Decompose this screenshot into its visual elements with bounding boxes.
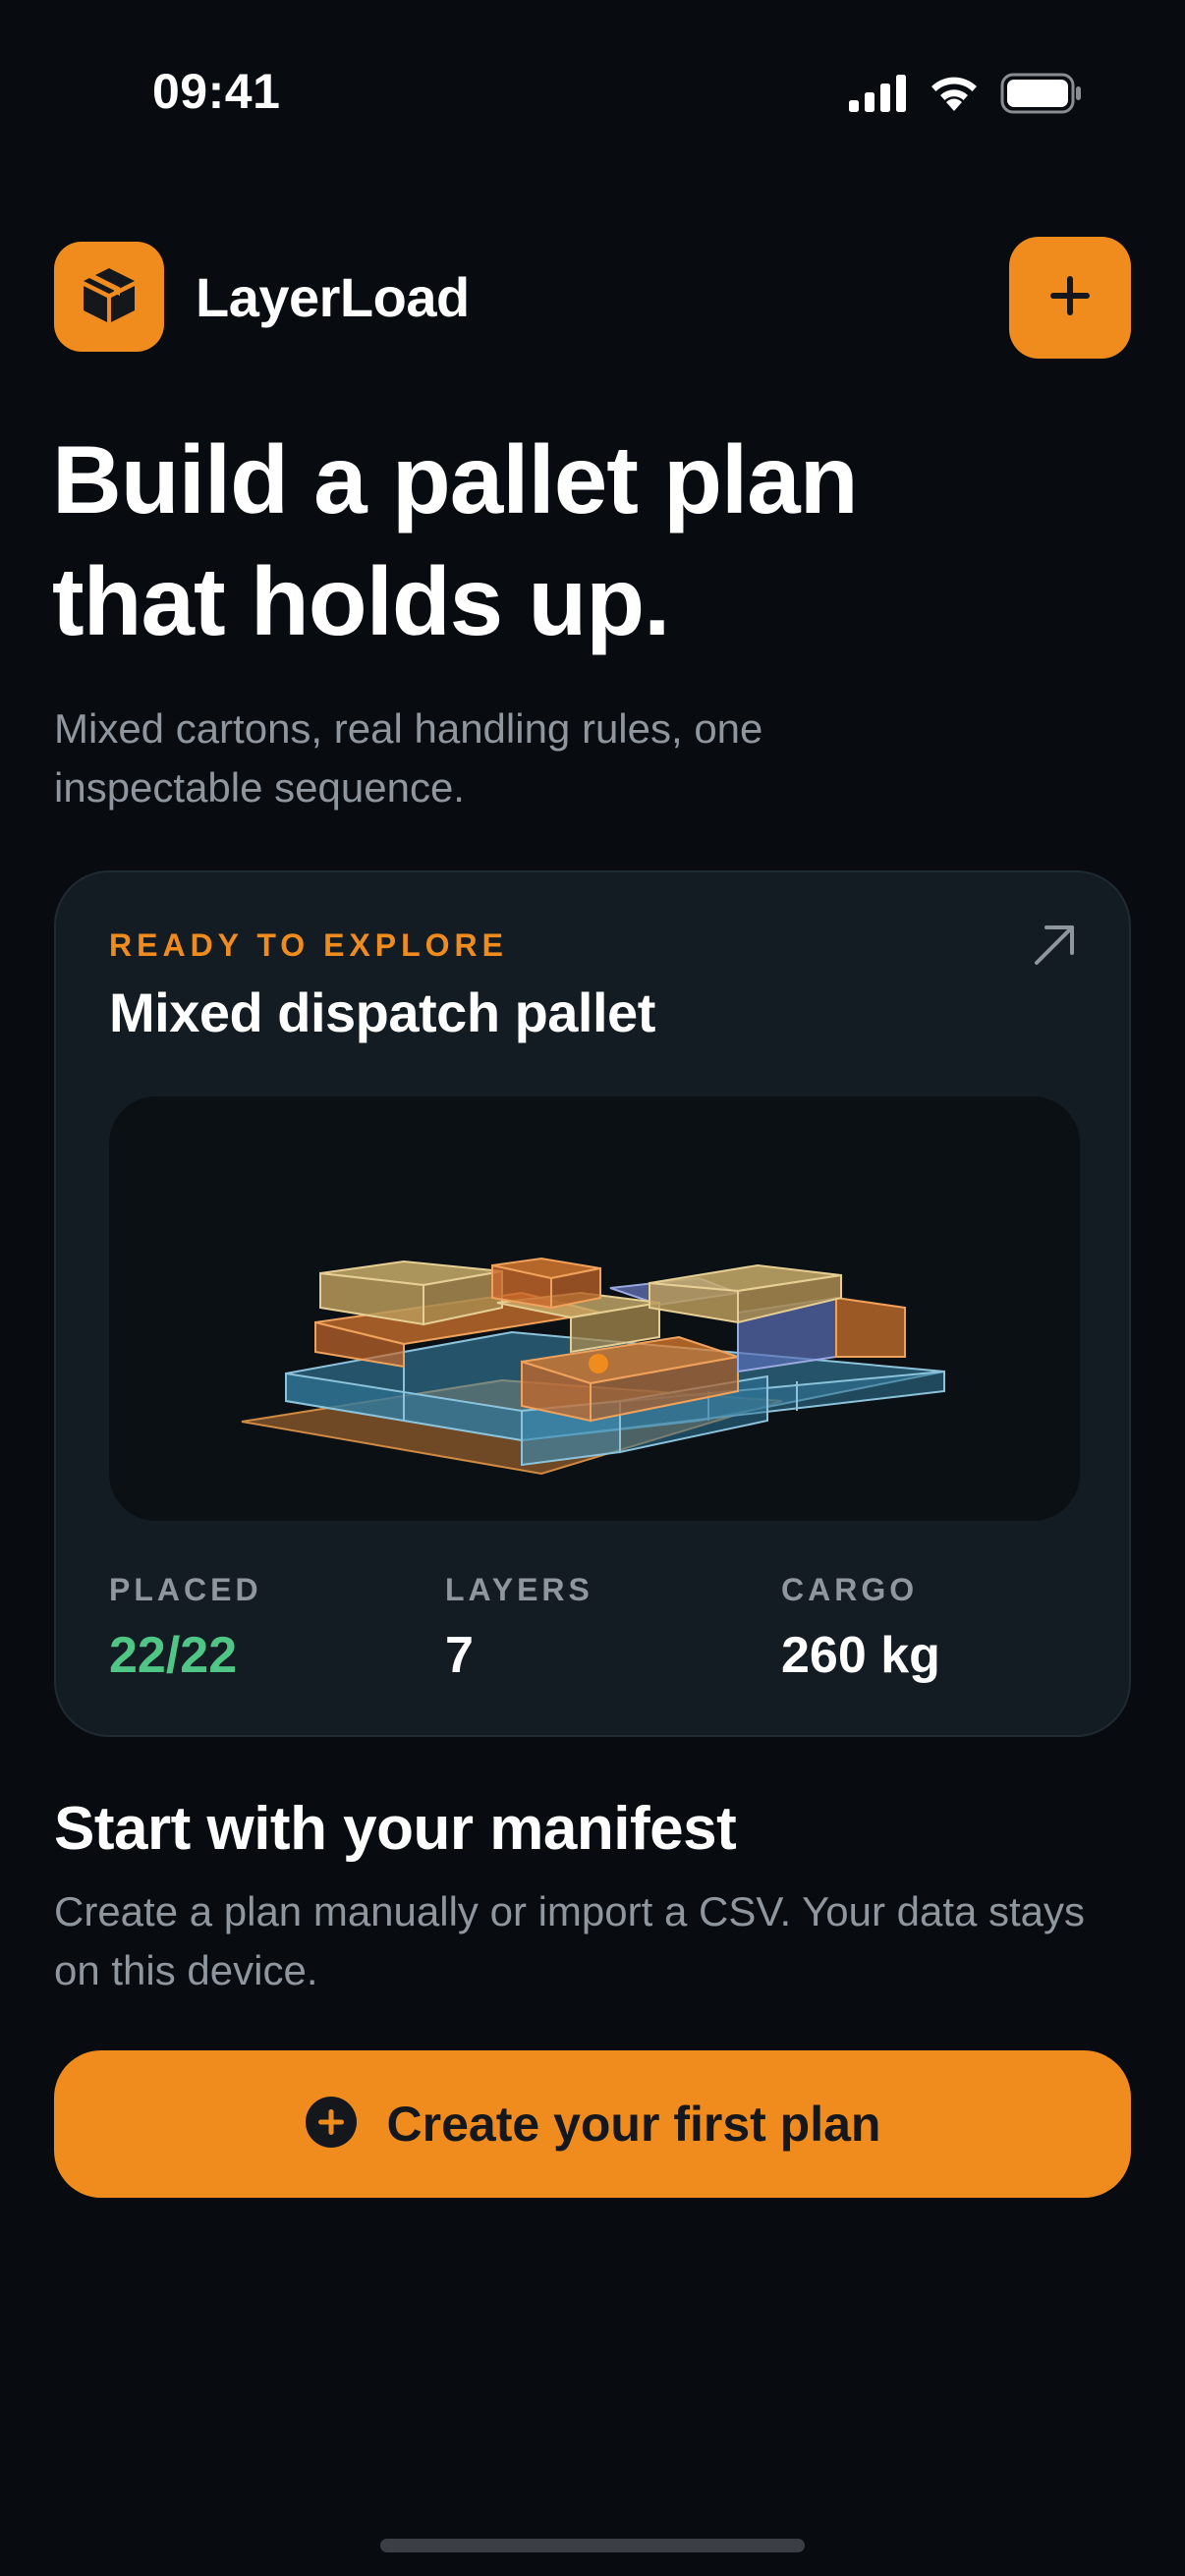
card-eyebrow: READY TO EXPLORE — [109, 927, 508, 963]
stat-layers: LAYERS 7 — [445, 1572, 593, 1685]
pallet-3d-preview[interactable] — [109, 1096, 1080, 1521]
plan-stats: PLACED 22/22 LAYERS 7 CARGO 260 kg — [109, 1572, 1092, 1690]
cellular-signal-icon — [849, 75, 908, 117]
card-title: Mixed dispatch pallet — [109, 981, 655, 1043]
manifest-title: Start with your manifest — [54, 1795, 737, 1863]
plus-circle-icon — [305, 2096, 358, 2154]
wifi-icon — [928, 74, 981, 118]
status-icons — [849, 73, 1083, 119]
stat-cargo: CARGO 260 kg — [781, 1572, 940, 1685]
stat-layers-value: 7 — [445, 1627, 474, 1684]
stat-cargo-label: CARGO — [781, 1572, 919, 1607]
battery-icon — [1000, 73, 1083, 119]
plus-icon — [1048, 274, 1092, 322]
home-screen: 09:41 LayerLoad Build a pallet plan that… — [0, 0, 1185, 2576]
stat-cargo-value: 260 kg — [781, 1627, 940, 1684]
app-name: LayerLoad — [196, 266, 470, 328]
stat-layers-label: LAYERS — [445, 1572, 593, 1607]
app-logo — [54, 242, 164, 352]
cube-box-icon — [78, 263, 141, 331]
hero-subtitle: Mixed cartons, real handling rules, one … — [54, 705, 763, 811]
status-time: 09:41 — [152, 64, 281, 119]
sample-plan-card[interactable]: READY TO EXPLORE Mixed dispatch pallet P… — [54, 870, 1131, 1737]
add-plan-button[interactable] — [1009, 237, 1131, 359]
stat-placed-value: 22/22 — [109, 1627, 238, 1684]
arrow-up-right-icon[interactable] — [1033, 924, 1076, 972]
manifest-description: Create a plan manually or import a CSV. … — [54, 1888, 1086, 1993]
stat-placed: PLACED 22/22 — [109, 1572, 262, 1685]
hero-title: Build a pallet plan that holds up. — [52, 425, 859, 655]
home-indicator[interactable] — [380, 2539, 805, 2552]
create-first-plan-button[interactable]: Create your first plan — [54, 2050, 1131, 2198]
stat-placed-label: PLACED — [109, 1572, 262, 1607]
create-first-plan-label: Create your first plan — [386, 2097, 881, 2152]
